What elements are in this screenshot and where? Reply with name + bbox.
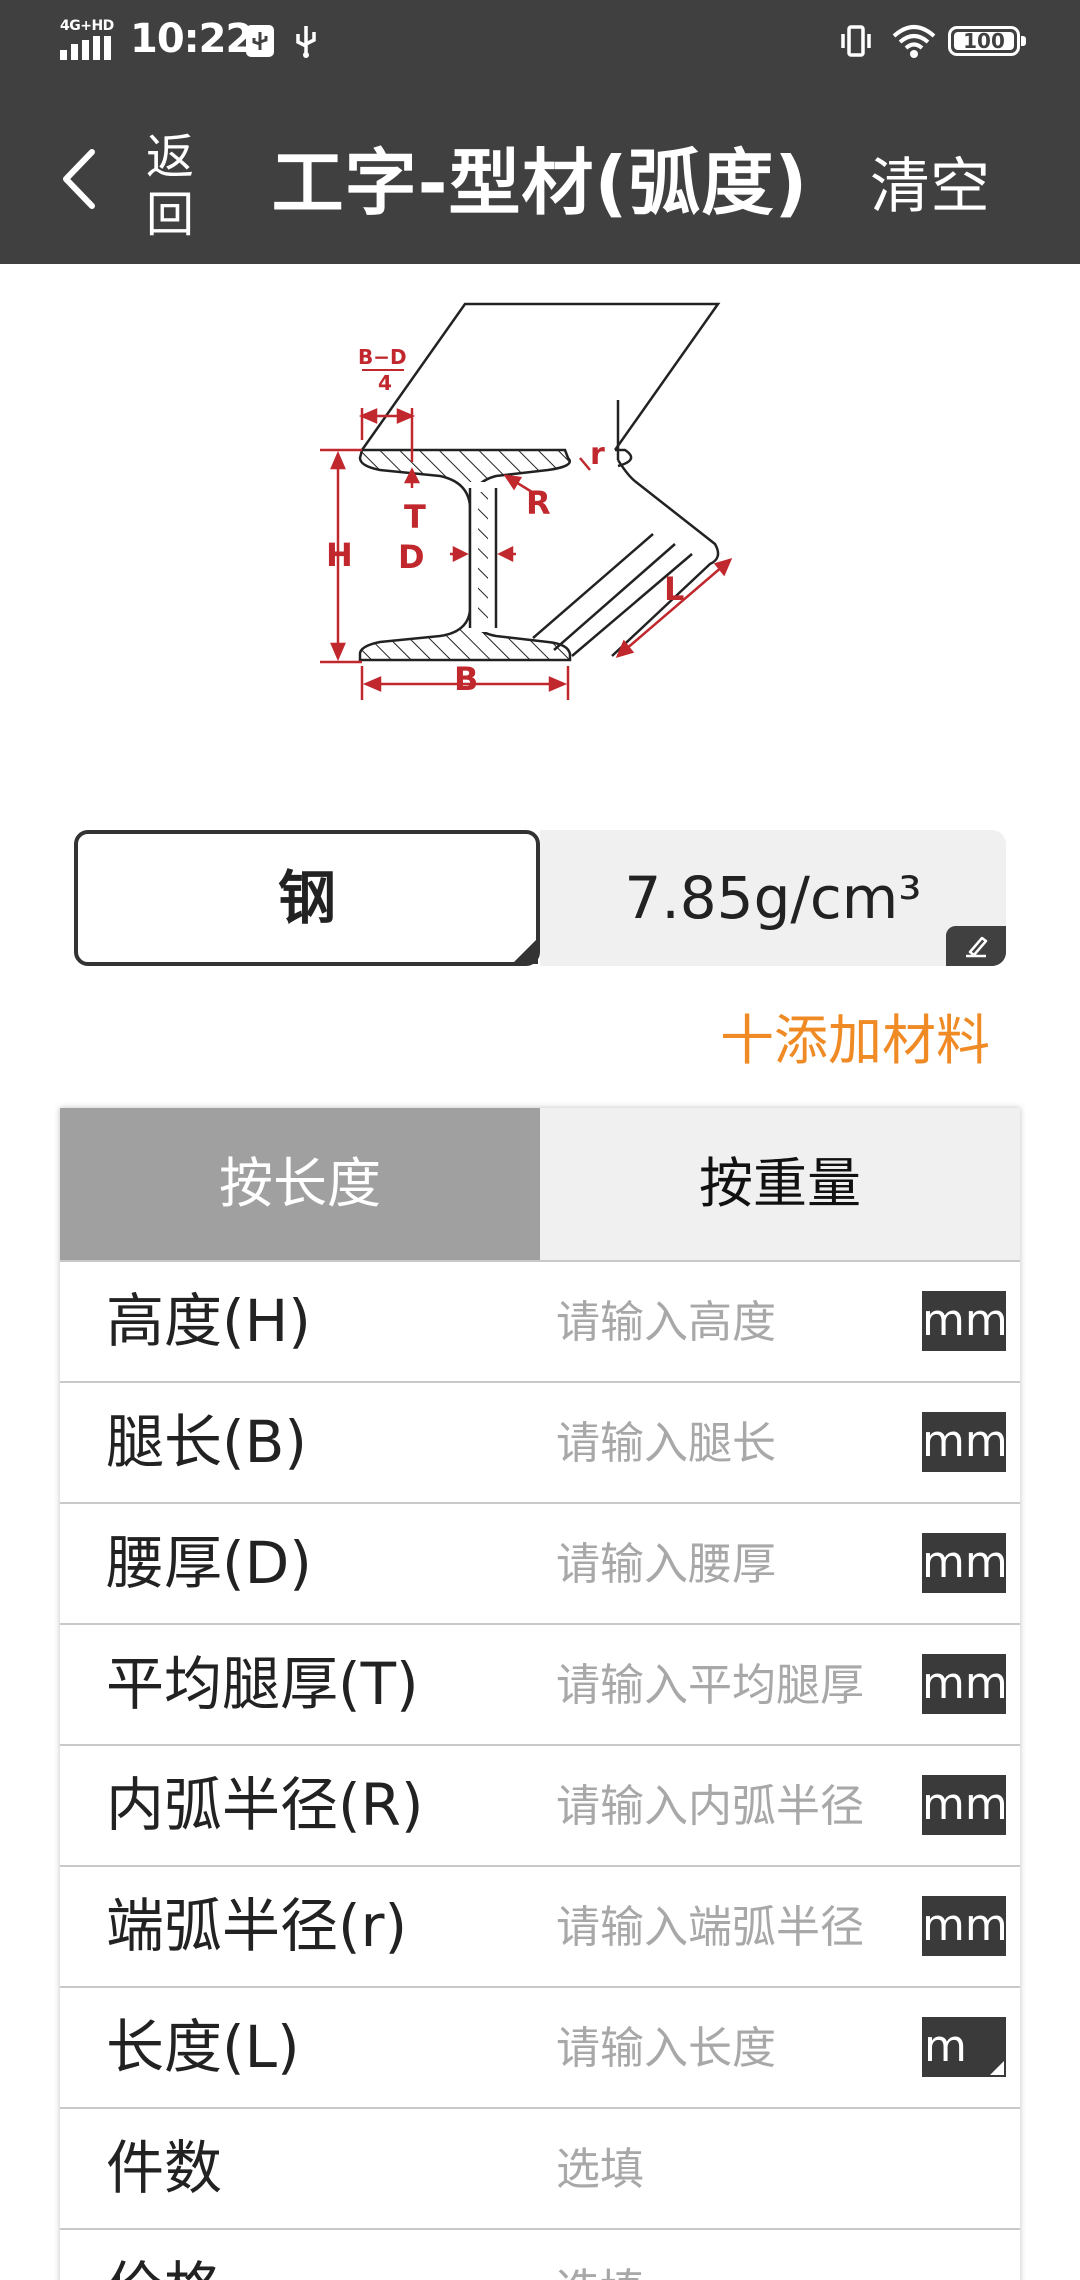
label-r-small: r — [590, 437, 605, 472]
dropdown-corner-icon — [990, 2061, 1004, 2075]
avg-leg-thickness-label: 平均腿厚(T) — [106, 1650, 419, 1718]
usb-icon — [296, 26, 316, 58]
inner-radius-unit: mm — [922, 1775, 1008, 1835]
status-time: 10:22 — [130, 16, 253, 62]
battery-level: 100 — [963, 29, 1005, 53]
leg-length-unit: mm — [922, 1412, 1008, 1472]
price-label: 价格 — [106, 2230, 222, 2280]
length-unit-selector[interactable]: m — [922, 2017, 1006, 2077]
material-selector: 钢 7.85g/cm³ — [74, 830, 1006, 966]
status-bar: 4G+HD 10:22 100 — [0, 0, 1080, 80]
height-label: 高度(H) — [106, 1287, 311, 1355]
label-four: 4 — [378, 371, 392, 395]
signal-icon: 4G+HD — [58, 18, 116, 60]
edit-icon[interactable] — [946, 926, 1006, 966]
web-thickness-input[interactable] — [556, 1530, 906, 1598]
length-input[interactable] — [556, 2014, 906, 2082]
label-B: B — [454, 660, 478, 698]
row-quantity: 件数 — [60, 2107, 1020, 2228]
leg-length-label: 腿长(B) — [106, 1408, 308, 1476]
label-bd: B−D — [358, 345, 407, 369]
calculator-card: 按长度 按重量 高度(H) mm 腿长(B) mm 腰厚(D) mm 平均腿厚(… — [60, 1108, 1020, 2280]
inner-radius-label: 内弧半径(R) — [106, 1771, 424, 1839]
height-unit: mm — [922, 1291, 1008, 1351]
battery-icon: 100 — [948, 26, 1026, 56]
page-title: 工字-型材(弧度) — [271, 141, 809, 225]
app-bar: 返回 工字-型材(弧度) 清空 — [0, 80, 1080, 264]
row-inner-radius: 内弧半径(R) mm — [60, 1744, 1020, 1865]
web-thickness-label: 腰厚(D) — [106, 1529, 312, 1597]
length-unit: m — [924, 2021, 967, 2072]
row-avg-leg-thickness: 平均腿厚(T) mm — [60, 1623, 1020, 1744]
wifi-icon — [892, 25, 936, 58]
avg-leg-thickness-unit: mm — [922, 1654, 1008, 1714]
material-name-button[interactable]: 钢 — [74, 830, 540, 966]
mode-tabs: 按长度 按重量 — [60, 1108, 1020, 1260]
web-thickness-unit: mm — [922, 1533, 1008, 1593]
length-label: 长度(L) — [106, 2013, 300, 2081]
clear-button[interactable]: 清空 — [870, 138, 990, 225]
end-radius-input[interactable] — [556, 1893, 906, 1961]
leg-length-input[interactable] — [556, 1409, 906, 1477]
row-web-thickness: 腰厚(D) mm — [60, 1502, 1020, 1623]
height-input[interactable] — [556, 1288, 906, 1356]
material-density-field[interactable]: 7.85g/cm³ — [540, 830, 1006, 966]
row-end-radius: 端弧半径(r) mm — [60, 1865, 1020, 1986]
label-T: T — [404, 498, 426, 536]
material-name: 钢 — [277, 864, 336, 932]
quantity-input[interactable] — [556, 2135, 906, 2203]
end-radius-label: 端弧半径(r) — [106, 1892, 408, 1960]
usb-debug-icon — [246, 25, 274, 57]
label-R: R — [526, 484, 551, 522]
label-H: H — [326, 536, 353, 574]
add-material-button[interactable]: 十添加材料 — [720, 996, 990, 1075]
tab-by-length[interactable]: 按长度 — [60, 1108, 540, 1260]
quantity-label: 件数 — [106, 2134, 223, 2202]
row-length: 长度(L) m — [60, 1986, 1020, 2107]
avg-leg-thickness-input[interactable] — [556, 1651, 906, 1719]
label-D: D — [398, 538, 425, 576]
price-input[interactable] — [556, 2256, 906, 2280]
material-density: 7.85g/cm³ — [624, 864, 922, 932]
tab-by-weight[interactable]: 按重量 — [540, 1108, 1020, 1260]
network-type: 4G+HD — [60, 18, 114, 34]
row-height: 高度(H) mm — [60, 1260, 1020, 1381]
dropdown-corner-icon — [512, 938, 538, 964]
inner-radius-input[interactable] — [556, 1772, 906, 1840]
app-header: 4G+HD 10:22 100 返回 工字-型材(弧度) 清空 — [0, 0, 1080, 264]
ibeam-diagram: B−D 4 r R T H D L B — [320, 302, 733, 700]
back-button[interactable]: 返回 — [40, 120, 210, 243]
input-rows: 高度(H) mm 腿长(B) mm 腰厚(D) mm 平均腿厚(T) mm 内弧… — [60, 1260, 1020, 2280]
vibrate-icon — [841, 25, 871, 57]
row-leg-length: 腿长(B) mm — [60, 1381, 1020, 1502]
back-label: 返回 — [145, 129, 194, 243]
chevron-left-icon — [63, 149, 95, 209]
label-L: L — [664, 570, 684, 608]
end-radius-unit: mm — [922, 1896, 1008, 1956]
row-price: 价格 — [60, 2228, 1020, 2280]
